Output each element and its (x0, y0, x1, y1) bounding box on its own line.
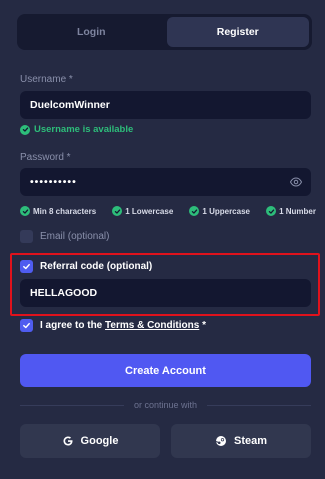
referral-checkbox[interactable] (20, 260, 33, 273)
check-circle-icon (20, 206, 30, 216)
referral-option[interactable]: Referral code (optional) (20, 260, 152, 273)
email-checkbox[interactable] (20, 230, 33, 243)
email-option[interactable]: Email (optional) (20, 230, 109, 243)
username-status: Username is available (20, 124, 133, 135)
terms-agreement: I agree to the Terms & Conditions * (20, 319, 206, 332)
eye-icon[interactable] (290, 176, 302, 188)
check-circle-icon (266, 206, 277, 216)
terms-text: I agree to the Terms & Conditions * (40, 320, 206, 331)
divider: or continue with (20, 400, 312, 410)
username-label: Username * (20, 74, 73, 85)
divider-text: or continue with (133, 400, 198, 410)
requirement-item: 1 Number (266, 206, 316, 216)
requirement-text: 1 Lowercase (125, 206, 174, 216)
steam-button[interactable]: Steam (171, 424, 311, 458)
check-circle-icon (20, 124, 30, 135)
terms-checkbox[interactable] (20, 319, 33, 332)
check-circle-icon (189, 206, 200, 216)
check-icon (23, 263, 30, 270)
steam-icon (215, 436, 226, 446)
password-label: Password * (20, 152, 71, 163)
email-option-label: Email (optional) (40, 231, 110, 242)
password-input[interactable]: •••••••••• (20, 168, 311, 196)
referral-code-input[interactable]: HELLAGOOD (20, 279, 311, 307)
requirement-item: Min 8 characters (20, 206, 96, 216)
steam-button-label: Steam (233, 435, 268, 447)
username-status-text: Username is available (34, 124, 134, 135)
requirement-item: 1 Lowercase (112, 206, 173, 216)
requirement-item: 1 Uppercase (189, 206, 250, 216)
google-button-label: Google (80, 435, 119, 447)
username-input[interactable]: DuelcomWinner (20, 91, 311, 119)
tab-register[interactable]: Register (166, 17, 309, 47)
terms-prefix: I agree to the (40, 320, 103, 331)
requirement-text: 1 Number (279, 206, 316, 216)
google-button[interactable]: Google (20, 424, 160, 458)
requirement-text: 1 Uppercase (202, 206, 250, 216)
required-asterisk: * (202, 320, 206, 331)
divider-line (20, 404, 124, 406)
password-requirements: Min 8 characters 1 Lowercase 1 Uppercase… (20, 206, 316, 216)
terms-link[interactable]: Terms & Conditions (105, 320, 199, 331)
requirement-text: Min 8 characters (33, 206, 97, 216)
tab-login[interactable]: Login (20, 17, 163, 47)
check-circle-icon (112, 206, 123, 216)
referral-option-label: Referral code (optional) (40, 261, 153, 272)
auth-tabs: Login Register (17, 14, 312, 50)
divider-line (207, 404, 312, 406)
check-icon (23, 322, 30, 329)
google-icon (63, 436, 73, 446)
create-account-button[interactable]: Create Account (20, 354, 311, 387)
